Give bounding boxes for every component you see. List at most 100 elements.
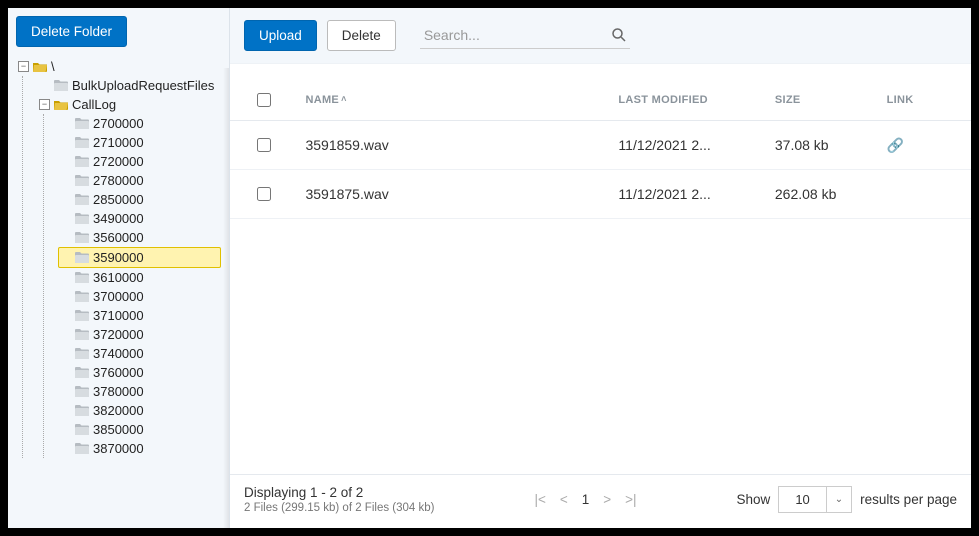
search-input[interactable] <box>422 26 610 44</box>
pager-first-icon[interactable]: |< <box>530 490 549 509</box>
file-table-wrap: NAME˄ LAST MODIFIED SIZE LINK 3591859.wa… <box>230 64 971 474</box>
tree-node-label: 3820000 <box>93 401 144 420</box>
folder-icon <box>75 213 89 224</box>
file-table: NAME˄ LAST MODIFIED SIZE LINK 3591859.wa… <box>230 80 971 219</box>
row-checkbox[interactable] <box>257 138 271 152</box>
tree-node-label: 3740000 <box>93 344 144 363</box>
folder-icon <box>75 156 89 167</box>
main-panel: Upload Delete NAME˄ LAST MODIFIED SIZE L… <box>229 8 971 528</box>
table-row[interactable]: 3591859.wav11/12/2021 2...37.08 kb🔗 <box>230 121 971 170</box>
tree-node-label: 2700000 <box>93 114 144 133</box>
cell-modified: 11/12/2021 2... <box>604 121 760 170</box>
folder-icon <box>75 386 89 397</box>
page-size-select[interactable]: 10 ⌄ <box>778 486 852 513</box>
tree-node-label: 2780000 <box>93 171 144 190</box>
folder-open-icon <box>54 99 68 110</box>
tree-node-3780000[interactable]: 3780000 <box>58 382 221 401</box>
tree-node-label: 3850000 <box>93 420 144 439</box>
folder-open-icon <box>33 61 47 72</box>
tree-node-3590000[interactable]: 3590000 <box>58 247 221 268</box>
app-frame: Delete Folder − \ BulkUploadRequestFiles… <box>8 8 971 528</box>
tree-node-3700000[interactable]: 3700000 <box>58 287 221 306</box>
displaying-text: Displaying 1 - 2 of 2 <box>244 485 434 500</box>
col-header-modified[interactable]: LAST MODIFIED <box>604 80 760 121</box>
folder-tree: − \ BulkUploadRequestFiles − CallLog270000… <box>16 57 221 458</box>
upload-button[interactable]: Upload <box>244 20 317 51</box>
tree-node-3820000[interactable]: 3820000 <box>58 401 221 420</box>
tree-node-calllog[interactable]: − CallLog <box>37 95 221 114</box>
folder-icon <box>75 329 89 340</box>
folder-icon <box>75 232 89 243</box>
pager-next-icon[interactable]: > <box>599 490 615 509</box>
page-size-selector: Show 10 ⌄ results per page <box>737 486 957 513</box>
cell-link <box>873 170 940 219</box>
pager: |< < 1 > >| <box>530 490 640 509</box>
tree-node-2850000[interactable]: 2850000 <box>58 190 221 209</box>
tree-node-label: CallLog <box>72 95 116 114</box>
collapse-icon[interactable]: − <box>39 99 50 110</box>
tree-node-3610000[interactable]: 3610000 <box>58 268 221 287</box>
tree-node-3760000[interactable]: 3760000 <box>58 363 221 382</box>
folder-icon <box>75 348 89 359</box>
tree-node-3720000[interactable]: 3720000 <box>58 325 221 344</box>
cell-size: 37.08 kb <box>761 121 873 170</box>
link-icon[interactable]: 🔗 <box>887 137 904 153</box>
tree-node-label: 3780000 <box>93 382 144 401</box>
tree-node-3490000[interactable]: 3490000 <box>58 209 221 228</box>
tree-node-bulkuploadrequestfiles[interactable]: BulkUploadRequestFiles <box>37 76 221 95</box>
tree-node-label: BulkUploadRequestFiles <box>72 76 214 95</box>
delete-folder-button[interactable]: Delete Folder <box>16 16 127 47</box>
tree-node-3710000[interactable]: 3710000 <box>58 306 221 325</box>
search-icon[interactable] <box>610 26 628 44</box>
tree-node-label: 3700000 <box>93 287 144 306</box>
tree-node-3560000[interactable]: 3560000 <box>58 228 221 247</box>
tree-node-3850000[interactable]: 3850000 <box>58 420 221 439</box>
col-header-name[interactable]: NAME˄ <box>291 80 604 121</box>
tree-node-label: 3870000 <box>93 439 144 458</box>
tree-node-label: 3560000 <box>93 228 144 247</box>
tree-node-label: 2720000 <box>93 152 144 171</box>
delete-button[interactable]: Delete <box>327 20 396 51</box>
pager-current: 1 <box>578 490 594 509</box>
table-row[interactable]: 3591875.wav11/12/2021 2...262.08 kb <box>230 170 971 219</box>
folder-icon <box>75 118 89 129</box>
tree-node-label: 3490000 <box>93 209 144 228</box>
tree-node-2780000[interactable]: 2780000 <box>58 171 221 190</box>
show-label: Show <box>737 492 771 507</box>
tree-node-label: 3710000 <box>93 306 144 325</box>
tree-node-2710000[interactable]: 2710000 <box>58 133 221 152</box>
tree-node-3870000[interactable]: 3870000 <box>58 439 221 458</box>
chevron-down-icon[interactable]: ⌄ <box>827 489 851 510</box>
tree-node-label: 3720000 <box>93 325 144 344</box>
cell-size: 262.08 kb <box>761 170 873 219</box>
collapse-icon[interactable]: − <box>18 61 29 72</box>
folder-icon <box>75 137 89 148</box>
folder-icon <box>75 405 89 416</box>
sort-asc-icon: ˄ <box>341 94 347 104</box>
folder-icon <box>75 310 89 321</box>
tree-node-2700000[interactable]: 2700000 <box>58 114 221 133</box>
search-box[interactable] <box>420 22 630 49</box>
folder-icon <box>75 252 89 263</box>
folder-icon <box>75 367 89 378</box>
select-all-checkbox[interactable] <box>257 93 271 107</box>
tree-node-2720000[interactable]: 2720000 <box>58 152 221 171</box>
footer: Displaying 1 - 2 of 2 2 Files (299.15 kb… <box>230 474 971 528</box>
tree-root[interactable]: − \ <box>16 57 221 76</box>
cell-link[interactable]: 🔗 <box>873 121 940 170</box>
pager-prev-icon[interactable]: < <box>556 490 572 509</box>
col-header-size[interactable]: SIZE <box>761 80 873 121</box>
files-subtext: 2 Files (299.15 kb) of 2 Files (304 kb) <box>244 502 434 514</box>
results-per-page-label: results per page <box>860 492 957 507</box>
page-size-value: 10 <box>779 487 826 512</box>
tree-node-label: 3590000 <box>93 248 144 267</box>
col-header-link[interactable]: LINK <box>873 80 940 121</box>
tree-node-label: 3760000 <box>93 363 144 382</box>
pager-last-icon[interactable]: >| <box>621 490 640 509</box>
tree-node-3740000[interactable]: 3740000 <box>58 344 221 363</box>
cell-modified: 11/12/2021 2... <box>604 170 760 219</box>
folder-icon <box>54 80 68 91</box>
tree-node-label: 3610000 <box>93 268 144 287</box>
folder-icon <box>75 443 89 454</box>
row-checkbox[interactable] <box>257 187 271 201</box>
